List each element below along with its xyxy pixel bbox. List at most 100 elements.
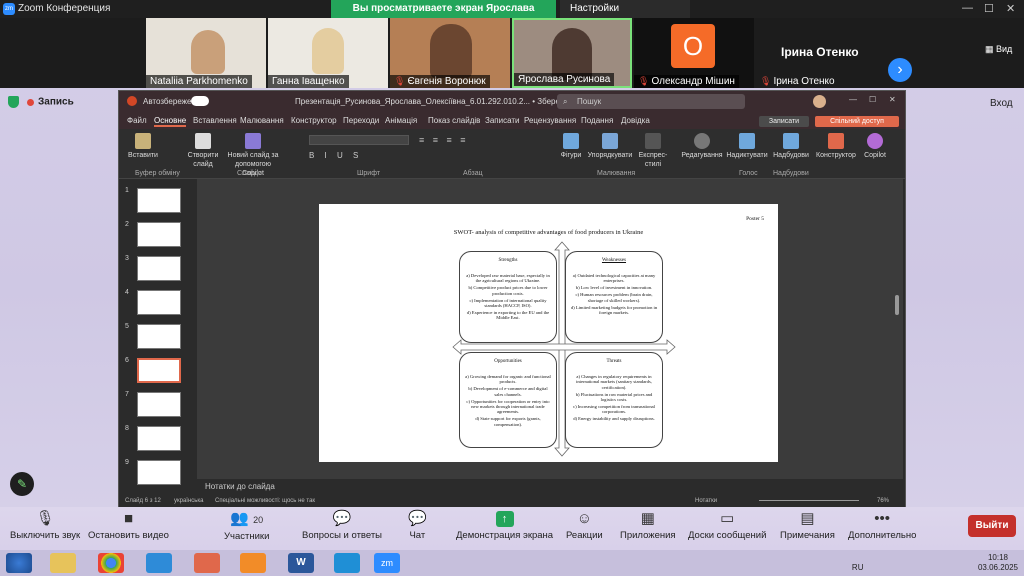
close-icon[interactable]: ✕: [1006, 2, 1015, 15]
list-item: b) Fluctuations in raw material prices a…: [575, 391, 653, 403]
tab-transitions[interactable]: Переходи: [343, 116, 379, 125]
qa-button[interactable]: 💬 Вопросы и ответы: [302, 511, 382, 542]
participant-tile[interactable]: Ірина Отенко 🎙 Ірина Отенко: [756, 18, 876, 88]
language-indicator[interactable]: RU: [852, 563, 864, 572]
maximize-icon[interactable]: ☐: [869, 95, 876, 104]
tab-slideshow[interactable]: Показ слайдів: [428, 116, 480, 125]
addins-icon: [783, 133, 799, 149]
slide-number: 3: [125, 255, 129, 262]
mic-muted-icon: 🎙: [638, 76, 650, 86]
arrange-button[interactable]: Упорядкувати: [585, 133, 635, 160]
copilot-button[interactable]: Copilot: [855, 133, 895, 160]
share-screen-button[interactable]: ↑ Демонстрация экрана: [456, 511, 553, 541]
tab-home[interactable]: Основне: [154, 116, 187, 127]
maximize-icon[interactable]: ☐: [984, 2, 994, 15]
slide-thumbnail[interactable]: [137, 188, 181, 213]
dictate-button[interactable]: Надиктувати: [723, 133, 771, 160]
slide-thumbnail[interactable]: [137, 290, 181, 315]
minimize-icon[interactable]: —: [849, 95, 857, 104]
ppt-title-bar: Автозбереження Презентація_Русинова_Ярос…: [119, 91, 905, 113]
participant-tile-active[interactable]: Ярослава Русинова: [512, 18, 632, 88]
notes-button[interactable]: ▤ Примечания: [780, 511, 835, 542]
zoom-level[interactable]: 76%: [877, 495, 889, 507]
tab-animation[interactable]: Анімація: [385, 116, 417, 125]
zoom-app-icon[interactable]: zm: [374, 553, 400, 573]
paragraph-buttons[interactable]: ≡ ≡ ≡ ≡: [419, 135, 509, 161]
list-item: a) Outdated technological capacities at …: [572, 273, 656, 284]
tab-record[interactable]: Записати: [485, 116, 520, 125]
tab-review[interactable]: Рецензування: [524, 116, 576, 125]
font-family-select[interactable]: [309, 135, 409, 145]
group-drawing: Малювання: [597, 170, 636, 177]
mute-button[interactable]: 🎙 Выключить звук: [10, 511, 80, 542]
participant-video: [430, 24, 472, 78]
firefox-icon[interactable]: [240, 553, 266, 573]
share-button[interactable]: Спільний доступ: [815, 116, 899, 127]
slide-thumbnail[interactable]: [137, 426, 181, 451]
quick-styles-button[interactable]: Експрес-стилі: [633, 133, 673, 169]
exit-link[interactable]: Вход: [990, 98, 1013, 109]
more-button[interactable]: ••• Дополнительно: [848, 510, 916, 542]
accessibility-status[interactable]: Спеціальні можливості: щось не так: [215, 495, 315, 507]
slide-thumbnail[interactable]: [137, 256, 181, 281]
participant-tile[interactable]: Ганна Іващенко: [268, 18, 388, 88]
minimize-icon[interactable]: —: [962, 2, 973, 14]
group-paragraph: Абзац: [463, 170, 483, 177]
slide-thumbnail[interactable]: [137, 324, 181, 349]
annotate-pen-icon[interactable]: ✎: [10, 472, 34, 496]
chrome-icon[interactable]: [98, 553, 124, 573]
copilot-slide-icon: [245, 133, 261, 149]
notes-pane[interactable]: Нотатки до слайда: [197, 479, 903, 495]
zoom-slider[interactable]: [759, 500, 859, 501]
designer-button[interactable]: Конструктор: [813, 133, 859, 160]
participant-tile[interactable]: Nataliia Parkhomenko: [146, 18, 266, 88]
search-input[interactable]: ⌕ Пошук: [557, 94, 745, 109]
edge-browser-icon[interactable]: [334, 553, 360, 573]
participant-avatar: O: [671, 24, 715, 68]
user-avatar[interactable]: [813, 95, 826, 108]
whiteboards-button[interactable]: ▭ Доски сообщений: [688, 511, 766, 542]
apps-button[interactable]: ▦ Приложения: [620, 511, 676, 542]
participant-name: 🎙 Ірина Отенко: [760, 76, 835, 87]
reactions-button[interactable]: ☺ Реакции: [566, 511, 603, 542]
start-icon[interactable]: [6, 553, 32, 573]
font-format-buttons[interactable]: B I U S: [309, 151, 409, 161]
tab-help[interactable]: Довідка: [621, 116, 650, 125]
slide-thumbnail-selected[interactable]: [137, 358, 181, 383]
participants-button[interactable]: 👥 20 Участники: [224, 511, 269, 543]
file-explorer-icon[interactable]: [50, 553, 76, 573]
edge-icon[interactable]: [146, 553, 172, 573]
editing-button[interactable]: Редагування: [679, 133, 725, 160]
tab-view[interactable]: Подання: [581, 116, 613, 125]
view-button[interactable]: ▦ Вид: [985, 44, 1012, 55]
participant-tile[interactable]: 🎙 Євгенія Воронюк: [390, 18, 510, 88]
vertical-scrollbar[interactable]: [895, 295, 899, 315]
tab-draw[interactable]: Малювання: [240, 116, 284, 125]
record-button[interactable]: Записати: [759, 116, 809, 127]
slide-thumbnail[interactable]: [137, 460, 181, 485]
notes-toggle[interactable]: Нотатки: [695, 495, 717, 507]
slide-thumbnail[interactable]: [137, 222, 181, 247]
tab-file[interactable]: Файл: [127, 116, 147, 125]
chat-button[interactable]: 💬 Чат: [408, 511, 427, 542]
tab-design[interactable]: Конструктор: [291, 116, 337, 125]
current-slide[interactable]: Poster 5 SWOT- analysis of competitive a…: [319, 204, 778, 462]
recording-indicator[interactable]: Запись: [8, 96, 74, 108]
close-icon[interactable]: ✕: [889, 95, 896, 104]
list-item: d) Limited marketing budgets for promoti…: [570, 304, 658, 315]
media-player-icon[interactable]: [194, 553, 220, 573]
participant-tile[interactable]: O 🎙 Олександр Мішин: [634, 18, 754, 88]
leave-button[interactable]: Выйти: [968, 515, 1016, 537]
autosave-toggle[interactable]: [191, 96, 209, 106]
tab-insert[interactable]: Вставлення: [193, 116, 237, 125]
new-slide-button[interactable]: Створити слайд: [181, 133, 225, 169]
stop-video-button[interactable]: ■ Остановить видео: [88, 511, 169, 542]
next-page-arrow-icon[interactable]: ›: [888, 58, 912, 82]
share-screen-icon: ↑: [495, 511, 514, 527]
more-icon: •••: [874, 510, 891, 527]
slide-thumbnail[interactable]: [137, 392, 181, 417]
word-icon[interactable]: W: [288, 553, 314, 573]
addins-button[interactable]: Надбудови: [769, 133, 813, 160]
view-settings-button[interactable]: Настройки просмотра⌄: [560, 0, 690, 32]
paste-button[interactable]: Вставити: [121, 133, 165, 160]
